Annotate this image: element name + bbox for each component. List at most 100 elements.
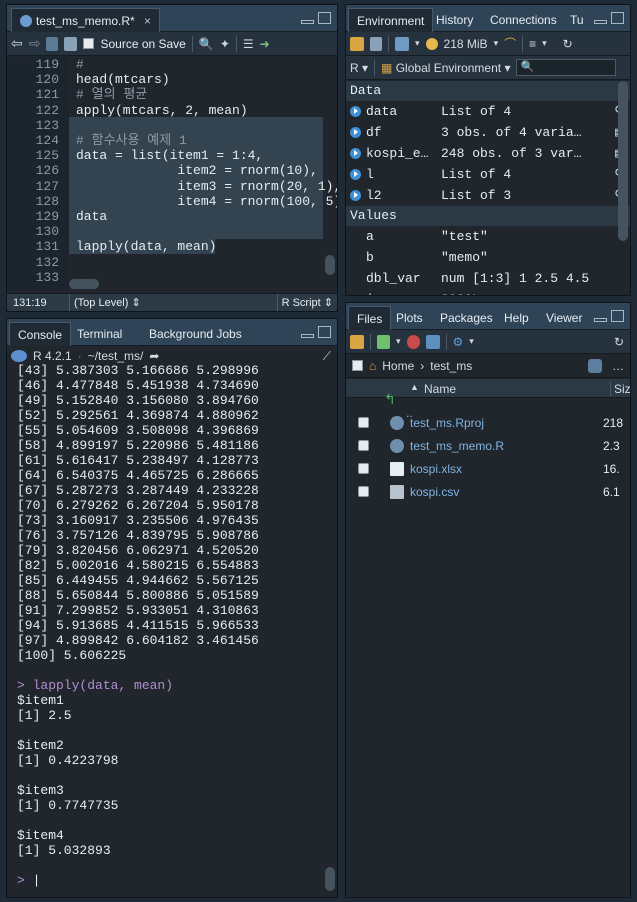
console-output[interactable]: [43] 5.387303 5.166686 5.298996 [46] 4.47… bbox=[17, 363, 323, 888]
maximize-pane-icon[interactable] bbox=[611, 310, 624, 322]
env-row[interactable]: i2020L bbox=[346, 289, 630, 295]
refresh-icon[interactable]: ↻ bbox=[563, 37, 573, 51]
close-tab-icon[interactable]: × bbox=[144, 14, 151, 28]
console-input-prompt[interactable]: > | bbox=[17, 873, 323, 888]
tab-packages[interactable]: Packages bbox=[432, 306, 501, 330]
chevron-down-icon[interactable]: ▾ bbox=[469, 336, 474, 347]
forward-arrow-icon[interactable]: ⇨ bbox=[29, 35, 41, 52]
env-search-input[interactable]: 🔍 bbox=[516, 59, 617, 76]
tab-files[interactable]: Files bbox=[348, 306, 392, 330]
minimize-pane-icon[interactable] bbox=[594, 20, 607, 24]
maximize-pane-icon[interactable] bbox=[318, 326, 331, 338]
file-row[interactable]: kospi.xlsx 16. bbox=[346, 457, 630, 480]
new-folder-icon[interactable] bbox=[350, 334, 364, 349]
save-icon[interactable] bbox=[64, 36, 78, 51]
rproj-badge-icon[interactable] bbox=[588, 358, 602, 373]
new-file-icon[interactable] bbox=[377, 334, 390, 349]
env-scrollbar[interactable] bbox=[618, 81, 628, 241]
chevron-down-icon[interactable]: ▾ bbox=[415, 38, 420, 49]
show-in-window-icon[interactable] bbox=[46, 36, 59, 51]
tab-tutorial[interactable]: Tu bbox=[562, 8, 592, 32]
more-options-icon[interactable]: … bbox=[612, 359, 624, 373]
tab-plots[interactable]: Plots bbox=[388, 306, 431, 330]
editor-horizontal-scrollbar[interactable] bbox=[69, 279, 99, 289]
broom-icon[interactable]: ⌒ bbox=[504, 35, 516, 52]
file-checkbox[interactable] bbox=[358, 417, 369, 428]
refresh-icon[interactable]: ↻ bbox=[614, 335, 624, 349]
expand-icon[interactable] bbox=[350, 169, 361, 180]
go-to-directory-icon[interactable]: ➦ bbox=[149, 349, 159, 363]
console-command: > lapply(data, mean) bbox=[17, 678, 174, 693]
source-on-save-checkbox[interactable] bbox=[83, 38, 95, 49]
expand-icon[interactable] bbox=[350, 190, 361, 201]
tab-connections[interactable]: Connections bbox=[482, 8, 565, 32]
file-name-link[interactable]: kospi.xlsx bbox=[410, 462, 603, 476]
file-checkbox[interactable] bbox=[358, 463, 369, 474]
env-row[interactable]: a "test" bbox=[346, 226, 630, 247]
minimize-pane-icon[interactable] bbox=[301, 20, 314, 24]
env-row[interactable]: dataList of 4⚲ bbox=[346, 101, 630, 122]
file-row[interactable]: test_ms_memo.R 2.3 bbox=[346, 434, 630, 457]
maximize-pane-icon[interactable] bbox=[318, 12, 331, 24]
environment-selector[interactable]: ▦ Global Environment ▾ bbox=[381, 61, 510, 75]
chevron-down-icon[interactable]: ▾ bbox=[396, 336, 401, 347]
tab-history[interactable]: History bbox=[428, 8, 481, 32]
breadcrumb-home[interactable]: Home bbox=[382, 359, 414, 373]
chevron-down-icon[interactable]: ▾ bbox=[494, 38, 499, 49]
tab-terminal[interactable]: Terminal bbox=[69, 322, 130, 346]
home-icon[interactable]: ⌂ bbox=[369, 359, 376, 373]
memory-usage-icon[interactable] bbox=[425, 37, 438, 50]
env-row[interactable]: b "memo" bbox=[346, 247, 630, 268]
env-row[interactable]: dbl_var num [1:3] 1 2.5 4.5 bbox=[346, 268, 630, 289]
working-directory[interactable]: ~/test_ms/ bbox=[88, 349, 144, 363]
file-type-selector[interactable]: R Script ⇕ bbox=[276, 294, 333, 311]
file-name-link[interactable]: test_ms.Rproj bbox=[410, 416, 603, 430]
tab-help[interactable]: Help bbox=[496, 306, 537, 330]
file-checkbox[interactable] bbox=[358, 440, 369, 451]
language-selector[interactable]: R ▾ bbox=[350, 61, 368, 75]
expand-icon[interactable] bbox=[350, 106, 361, 117]
file-name-link[interactable]: kospi.csv bbox=[410, 485, 603, 499]
env-row[interactable]: lList of 4⚲ bbox=[346, 164, 630, 185]
tab-background-jobs[interactable]: Background Jobs bbox=[141, 322, 250, 346]
open-folder-icon[interactable] bbox=[350, 36, 364, 51]
env-row[interactable]: l2List of 3⚲ bbox=[346, 185, 630, 206]
chevron-down-icon[interactable]: ▾ bbox=[542, 38, 547, 49]
tab-environment[interactable]: Environment bbox=[348, 8, 434, 32]
search-icon[interactable]: 🔍 bbox=[199, 37, 214, 51]
select-all-checkbox[interactable] bbox=[352, 360, 363, 371]
expand-icon[interactable] bbox=[350, 148, 361, 159]
compile-report-icon[interactable]: ☰ bbox=[243, 37, 254, 51]
file-name-link[interactable]: test_ms_memo.R bbox=[410, 439, 603, 453]
file-row[interactable]: test_ms.Rproj 218 bbox=[346, 411, 630, 434]
expand-icon[interactable] bbox=[350, 127, 361, 138]
file-checkbox[interactable] bbox=[358, 486, 369, 497]
scope-selector[interactable]: (Top Level) ⇕ bbox=[69, 294, 141, 311]
delete-icon[interactable] bbox=[406, 334, 420, 349]
code-editor[interactable]: 119 120 121 122 123 124 125 126 127 128 129 130 131 1… bbox=[7, 57, 337, 290]
clear-console-icon[interactable]: ⟋ bbox=[323, 349, 331, 364]
minimize-pane-icon[interactable] bbox=[301, 334, 314, 338]
code-line: data = list(item1 = 1:4, bbox=[76, 148, 264, 164]
rename-icon[interactable] bbox=[425, 334, 440, 349]
env-row[interactable]: df3 obs. of 4 varia…▤ bbox=[346, 122, 630, 143]
list-view-icon[interactable]: ≡ bbox=[529, 37, 536, 51]
breadcrumb-folder[interactable]: test_ms bbox=[430, 359, 472, 373]
more-gear-icon[interactable]: ⚙ bbox=[453, 335, 464, 349]
editor-vertical-scrollbar[interactable] bbox=[325, 255, 335, 275]
file-row[interactable]: kospi.csv 6.1 bbox=[346, 480, 630, 503]
minimize-pane-icon[interactable] bbox=[594, 318, 607, 322]
magic-wand-icon[interactable]: ✦ bbox=[220, 37, 230, 51]
env-row[interactable]: kospi_e…248 obs. of 3 var…▤ bbox=[346, 143, 630, 164]
back-arrow-icon[interactable]: ⇦ bbox=[11, 35, 23, 52]
memory-usage[interactable]: 218 MiB bbox=[444, 37, 488, 51]
import-dataset-icon[interactable] bbox=[395, 36, 409, 51]
tab-viewer[interactable]: Viewer bbox=[538, 306, 590, 330]
run-icon[interactable]: ➜ bbox=[260, 37, 270, 51]
maximize-pane-icon[interactable] bbox=[611, 12, 624, 24]
console-scrollbar[interactable] bbox=[325, 867, 335, 891]
console-output-line: [61] 5.616417 5.238497 4.128773 bbox=[17, 453, 259, 468]
save-workspace-icon[interactable] bbox=[370, 36, 382, 51]
tab-source-file[interactable]: test_ms_memo.R* × bbox=[11, 8, 161, 32]
tab-console[interactable]: Console bbox=[9, 322, 72, 346]
